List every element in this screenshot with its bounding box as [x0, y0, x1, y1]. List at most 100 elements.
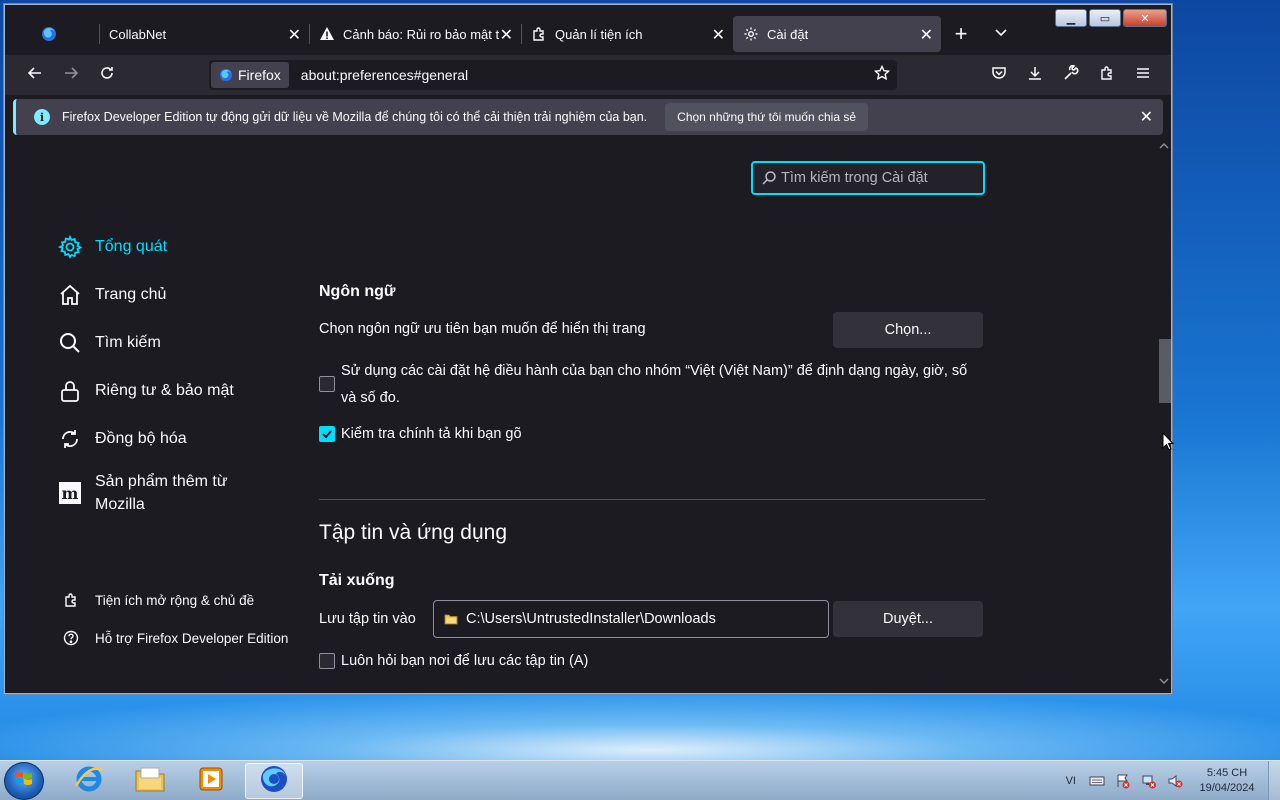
home-icon	[57, 282, 83, 308]
window-controls: ▁ ▭ ✕	[1055, 9, 1167, 27]
star-icon	[873, 64, 891, 86]
back-button[interactable]	[17, 59, 53, 91]
sidebar-item-search[interactable]: Tìm kiếm	[57, 319, 297, 367]
sidebar-item-label: Sản phẩm thêm từ Mozilla	[95, 473, 228, 513]
bookmark-star-button[interactable]	[867, 64, 897, 86]
tab-collabnet[interactable]: CollabNet ✕	[99, 16, 309, 52]
warning-icon	[319, 26, 335, 42]
tab-security-warning[interactable]: Cảnh báo: Rủi ro bảo mật tiềm ✕	[309, 16, 521, 52]
always-ask-option[interactable]: Luôn hỏi bạn nơi để lưu các tập tin (A)	[319, 648, 588, 675]
tab-bar: CollabNet ✕ Cảnh báo: Rủi ro bảo mật tiề…	[5, 5, 1171, 55]
identity-box[interactable]: Firefox	[211, 62, 289, 88]
search-icon	[57, 330, 83, 356]
url-text[interactable]: about:preferences#general	[301, 67, 867, 83]
firefox-icon	[41, 26, 57, 42]
show-desktop-button[interactable]	[1268, 761, 1280, 800]
language-heading: Ngôn ngữ	[319, 283, 396, 300]
maximize-button[interactable]: ▭	[1089, 9, 1121, 27]
app-menu-button[interactable]	[1125, 59, 1161, 91]
notification-text: Firefox Developer Edition tự động gửi dữ…	[62, 110, 648, 124]
close-icon[interactable]: ✕	[500, 25, 513, 45]
new-tab-button[interactable]: +	[941, 16, 981, 52]
preferences-content: Tổng quát Trang chủ Tìm kiếm Riêng tư & …	[5, 139, 1157, 691]
developer-tools-button[interactable]	[1053, 59, 1089, 91]
downloads-heading: Tải xuống	[319, 572, 395, 589]
reload-button[interactable]	[89, 59, 125, 91]
wrench-icon	[1063, 64, 1079, 86]
system-clock[interactable]: 5:45 CH 19/04/2024	[1192, 766, 1262, 796]
language-indicator[interactable]: VI	[1066, 775, 1076, 787]
reload-icon	[99, 65, 115, 86]
choose-language-button[interactable]: Chọn...	[833, 312, 983, 348]
close-icon[interactable]: ✕	[1140, 107, 1153, 127]
content-scrollbar[interactable]	[1157, 139, 1171, 691]
settings-search-box[interactable]	[751, 161, 985, 195]
forward-button[interactable]	[53, 59, 89, 91]
svg-text:m: m	[62, 484, 79, 503]
downloads-button[interactable]	[1017, 59, 1053, 91]
footer-link-label: Tiện ích mở rộng & chủ đề	[95, 592, 255, 608]
sidebar-item-mozilla-products[interactable]: m Sản phẩm thêm từ Mozilla	[57, 463, 297, 523]
sidebar-item-sync[interactable]: Đồng bộ hóa	[57, 415, 297, 463]
settings-search-input[interactable]	[781, 170, 981, 186]
gear-icon	[57, 234, 83, 260]
network-icon[interactable]	[1140, 773, 1158, 789]
sidebar-item-privacy[interactable]: Riêng tư & bảo mật	[57, 367, 297, 415]
search-icon	[761, 170, 777, 186]
sidebar-item-home[interactable]: Trang chủ	[57, 271, 297, 319]
address-bar[interactable]: Firefox about:preferences#general	[209, 60, 897, 90]
spellcheck-option[interactable]: Kiểm tra chính tả khi bạn gõ	[319, 421, 522, 448]
browse-button[interactable]: Duyệt...	[833, 601, 983, 637]
mouse-cursor-icon	[1162, 431, 1175, 457]
folder-icon	[444, 612, 458, 626]
tab-settings[interactable]: Cài đặt ✕	[733, 16, 941, 52]
chevron-up-icon[interactable]	[1158, 141, 1170, 154]
action-center-icon[interactable]	[1114, 773, 1132, 789]
tab-firefox-view[interactable]	[7, 16, 99, 52]
os-locale-label: Sử dụng các cài đặt hệ điều hành của bạn…	[341, 363, 968, 406]
sidebar-item-general[interactable]: Tổng quát	[57, 223, 297, 271]
chevron-down-icon[interactable]	[1158, 676, 1170, 689]
close-icon[interactable]: ✕	[712, 25, 725, 45]
internet-explorer-icon	[74, 764, 104, 799]
desktop-light-streak	[0, 690, 1280, 760]
extensions-themes-link[interactable]: Tiện ích mở rộng & chủ đề	[61, 581, 288, 619]
sidebar-item-label: Tìm kiếm	[95, 334, 161, 351]
close-window-button[interactable]: ✕	[1123, 9, 1167, 27]
chevron-down-icon	[994, 25, 1008, 44]
extensions-button[interactable]	[1089, 59, 1125, 91]
scrollbar-thumb[interactable]	[1159, 339, 1171, 403]
sidebar-item-label: Tổng quát	[95, 238, 168, 255]
taskbar-internet-explorer[interactable]	[60, 763, 118, 799]
data-collection-notification: i Firefox Developer Edition tự động gửi …	[13, 99, 1163, 135]
spellcheck-checkbox[interactable]	[319, 426, 335, 442]
category-sidebar: Tổng quát Trang chủ Tìm kiếm Riêng tư & …	[57, 223, 297, 523]
support-link[interactable]: Hỗ trợ Firefox Developer Edition	[61, 619, 288, 657]
taskbar-file-explorer[interactable]	[121, 763, 179, 799]
os-locale-option[interactable]: Sử dụng các cài đặt hệ điều hành của bạn…	[319, 358, 985, 412]
os-locale-checkbox[interactable]	[319, 376, 335, 392]
tab-addons-manager[interactable]: Quản lí tiện ích ✕	[521, 16, 733, 52]
start-button[interactable]	[4, 762, 44, 800]
sidebar-item-label: Riêng tư & bảo mật	[95, 382, 234, 399]
minimize-button[interactable]: ▁	[1055, 9, 1087, 27]
pocket-button[interactable]	[981, 59, 1017, 91]
files-apps-heading: Tập tin và ứng dụng	[319, 521, 508, 544]
choose-data-button[interactable]: Chọn những thứ tôi muốn chia sẻ	[665, 103, 868, 131]
keyboard-icon[interactable]	[1088, 773, 1106, 789]
always-ask-checkbox[interactable]	[319, 653, 335, 669]
volume-muted-icon[interactable]	[1166, 773, 1184, 789]
toolbar-right	[981, 59, 1161, 91]
close-icon[interactable]: ✕	[288, 25, 301, 45]
sidebar-item-label: Trang chủ	[95, 286, 167, 303]
list-all-tabs-button[interactable]	[981, 16, 1021, 52]
sidebar-footer: Tiện ích mở rộng & chủ đề Hỗ trợ Firefox…	[61, 581, 288, 657]
tab-label: CollabNet	[109, 26, 167, 42]
taskbar-media-player[interactable]	[182, 763, 240, 799]
info-icon: i	[34, 109, 50, 125]
download-path-text: C:\Users\UntrustedInstaller\Downloads	[466, 611, 716, 627]
taskbar-firefox[interactable]	[245, 763, 303, 799]
download-folder-field[interactable]: C:\Users\UntrustedInstaller\Downloads	[433, 600, 829, 638]
system-tray: VI 5:45 CH 19/04/2024	[1066, 761, 1280, 800]
close-icon[interactable]: ✕	[920, 25, 933, 45]
